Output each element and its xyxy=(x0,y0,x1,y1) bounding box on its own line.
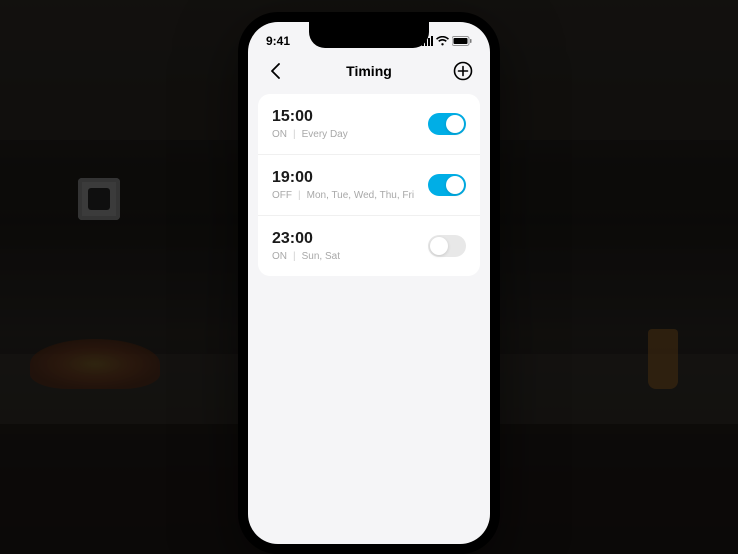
toggle-knob xyxy=(446,115,464,133)
timer-info: 15:00 ON | Every Day xyxy=(272,108,348,140)
add-timer-button[interactable] xyxy=(452,60,474,82)
status-time: 9:41 xyxy=(266,34,290,48)
separator: | xyxy=(293,129,296,140)
page-title: Timing xyxy=(346,63,392,79)
nav-bar: Timing xyxy=(248,52,490,94)
timer-time: 23:00 xyxy=(272,230,340,248)
content-area: 15:00 ON | Every Day 19:00 xyxy=(248,94,490,276)
timer-subtitle: ON | Every Day xyxy=(272,129,348,140)
notch xyxy=(309,22,429,48)
timer-time: 19:00 xyxy=(272,169,414,187)
timer-time: 15:00 xyxy=(272,108,348,126)
timers-card: 15:00 ON | Every Day 19:00 xyxy=(258,94,480,276)
separator: | xyxy=(293,251,296,262)
timer-repeat: Mon, Tue, Wed, Thu, Fri xyxy=(307,190,414,201)
timer-repeat: Every Day xyxy=(302,129,348,140)
timer-row[interactable]: 15:00 ON | Every Day xyxy=(258,94,480,155)
toggle-knob xyxy=(446,176,464,194)
timer-toggle[interactable] xyxy=(428,174,466,196)
wifi-icon xyxy=(436,36,449,46)
timer-subtitle: ON | Sun, Sat xyxy=(272,251,340,262)
timer-info: 23:00 ON | Sun, Sat xyxy=(272,230,340,262)
plus-circle-icon xyxy=(453,61,473,81)
timer-row[interactable]: 19:00 OFF | Mon, Tue, Wed, Thu, Fri xyxy=(258,155,480,216)
timer-action: ON xyxy=(272,129,287,140)
timer-info: 19:00 OFF | Mon, Tue, Wed, Thu, Fri xyxy=(272,169,414,201)
timer-action: OFF xyxy=(272,190,292,201)
timer-toggle[interactable] xyxy=(428,235,466,257)
timer-toggle[interactable] xyxy=(428,113,466,135)
timer-row[interactable]: 23:00 ON | Sun, Sat xyxy=(258,216,480,276)
timer-repeat: Sun, Sat xyxy=(302,251,340,262)
phone-frame: 9:41 Timing xyxy=(238,12,500,554)
toggle-knob xyxy=(430,237,448,255)
timer-subtitle: OFF | Mon, Tue, Wed, Thu, Fri xyxy=(272,190,414,201)
timer-action: ON xyxy=(272,251,287,262)
back-button[interactable] xyxy=(264,60,286,82)
separator: | xyxy=(298,190,301,201)
battery-icon xyxy=(452,36,472,46)
phone-screen: 9:41 Timing xyxy=(248,22,490,544)
chevron-left-icon xyxy=(270,63,280,79)
